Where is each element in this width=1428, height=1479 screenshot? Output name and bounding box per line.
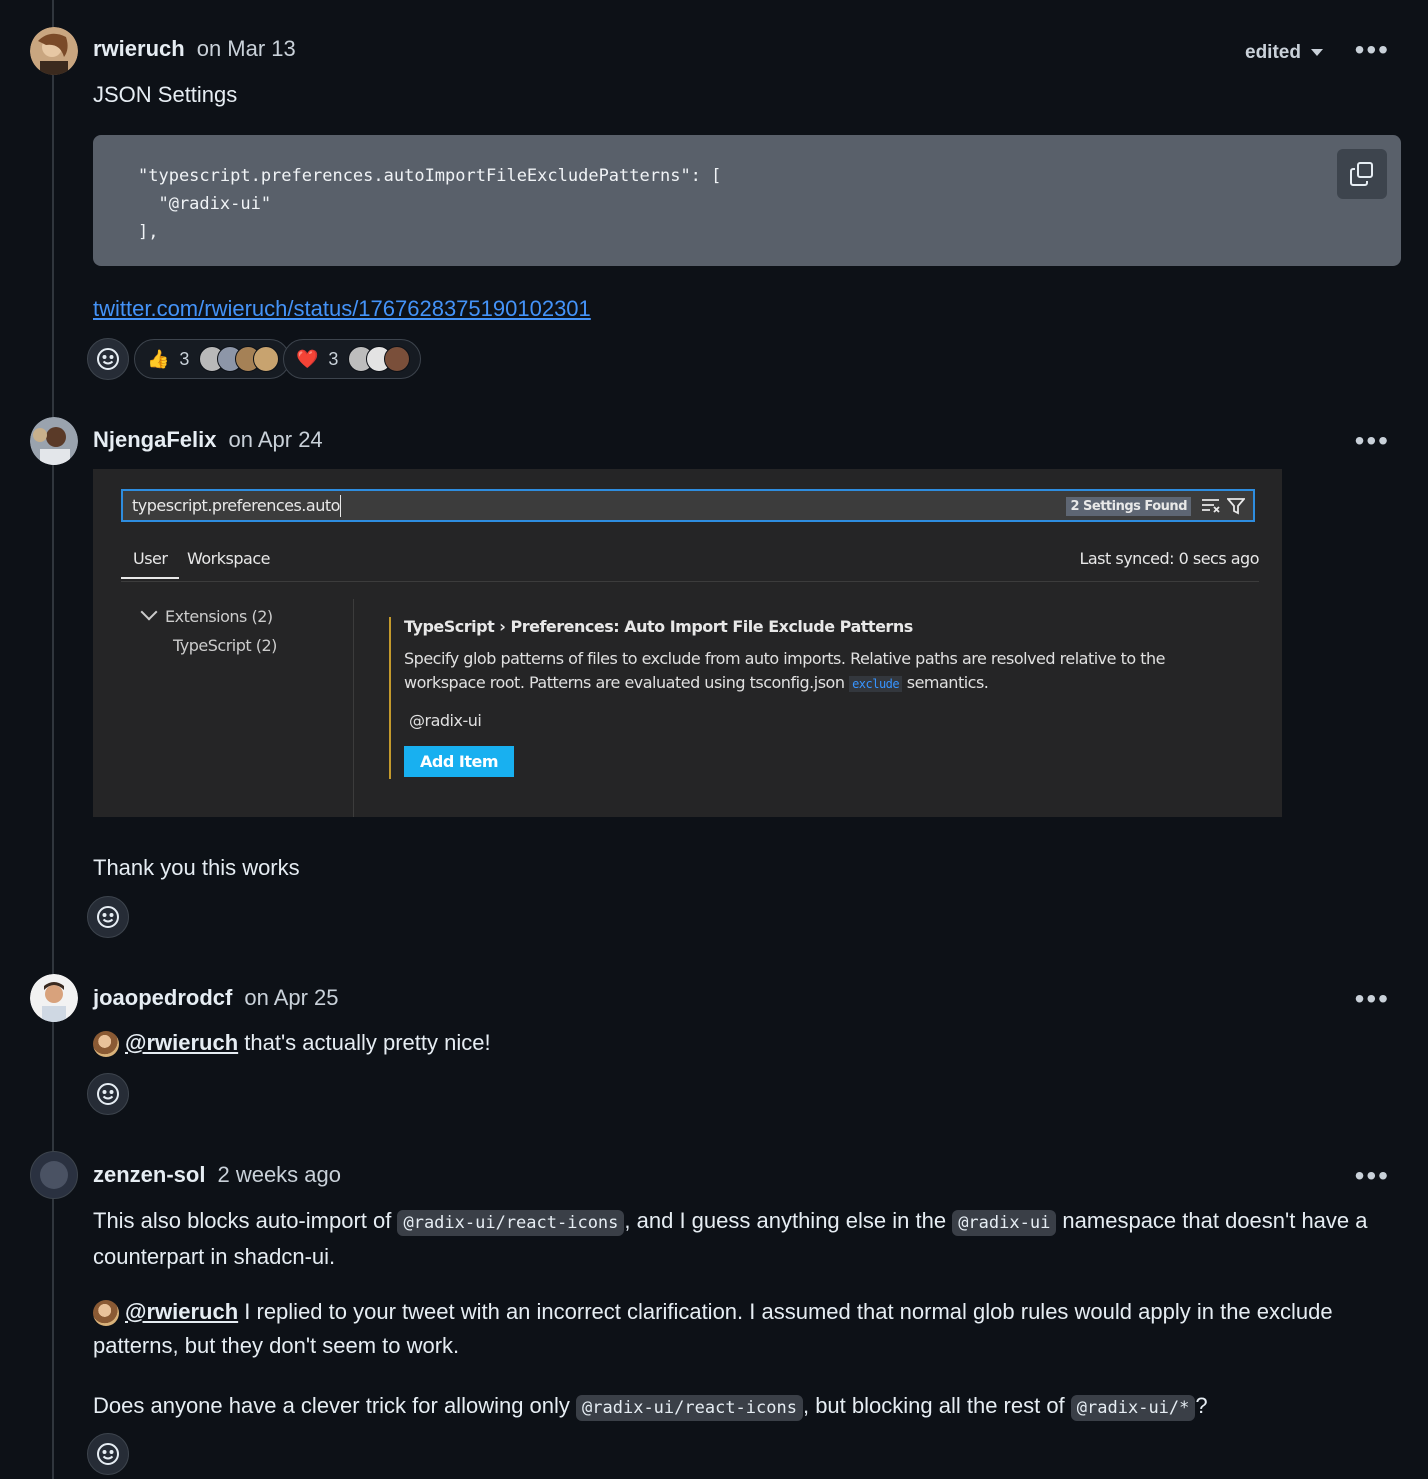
clear-filter-icon [1202, 499, 1220, 513]
tab-workspace: Workspace [187, 549, 270, 568]
author-name[interactable]: joaopedrodcf [93, 985, 232, 1011]
avatar-joaopedrodcf[interactable] [30, 974, 78, 1022]
heart-icon: ❤️ [296, 348, 319, 369]
smiley-icon [97, 348, 119, 370]
comment-timestamp[interactable]: on Apr 24 [228, 427, 322, 453]
comment-body: Thank you this works [93, 855, 300, 880]
smiley-icon [97, 906, 119, 928]
avatar-zenzen-sol[interactable] [30, 1151, 78, 1199]
comment-header: joaopedrodcf on Apr 25 [93, 985, 339, 1011]
comment-body: @rwieruch that's actually pretty nice! [93, 1026, 491, 1060]
more-options-icon[interactable]: ••• [1355, 427, 1390, 455]
body-text: I replied to your tweet with an incorrec… [93, 1299, 1333, 1358]
comment-body-title: JSON Settings [93, 82, 238, 107]
edited-dropdown[interactable]: edited [1245, 42, 1323, 64]
comment-paragraph-2: @rwieruch I replied to your tweet with a… [93, 1295, 1393, 1363]
settings-tree: Extensions (2) TypeScript (2) [140, 602, 277, 660]
tree-label: Extensions (2) [165, 607, 273, 626]
settings-search-input: typescript.preferences.auto 2 Settings F… [121, 489, 1255, 522]
search-value: typescript.preferences.auto [132, 496, 340, 515]
tab-user: User [121, 549, 180, 579]
setting-title: TypeScript › Preferences: Auto Import Fi… [404, 617, 913, 636]
reactor-avatars [348, 346, 411, 372]
body-text: that's actually pretty nice! [238, 1030, 491, 1055]
body-text: This also blocks auto-import of [93, 1208, 398, 1233]
inline-code: @radix-ui/react-icons [397, 1210, 625, 1236]
divider [353, 599, 354, 817]
reaction-heart[interactable]: ❤️ 3 [283, 339, 422, 379]
code-content: "typescript.preferences.autoImportFileEx… [138, 166, 722, 242]
reaction-count: 3 [328, 348, 339, 369]
setting-description: Specify glob patterns of files to exclud… [404, 647, 1184, 696]
author-name[interactable]: zenzen-sol [93, 1162, 205, 1188]
desc-text: semantics. [902, 673, 989, 692]
inline-code: @radix-ui/* [1070, 1395, 1196, 1421]
comment-header: rwieruch on Mar 13 [93, 36, 296, 62]
mention-avatar [93, 1031, 119, 1058]
filter-icon [1227, 498, 1245, 515]
comment-header: NjengaFelix on Apr 24 [93, 427, 323, 453]
add-reaction-button[interactable] [87, 338, 129, 380]
add-reaction-button[interactable] [87, 1433, 129, 1475]
chevron-down-icon [140, 603, 158, 621]
copy-button[interactable] [1337, 149, 1387, 199]
mention-avatar [93, 1300, 119, 1327]
thumbs-up-icon: 👍 [147, 348, 170, 369]
comment-header: zenzen-sol 2 weeks ago [93, 1162, 341, 1188]
desc-text: Specify glob patterns of files to exclud… [404, 649, 1165, 692]
settings-found-badge: 2 Settings Found [1066, 497, 1191, 516]
add-item-button: Add Item [404, 746, 514, 777]
comment-timestamp[interactable]: on Apr 25 [244, 985, 338, 1011]
body-text: , and I guess anything else in the [624, 1208, 953, 1233]
reactor-avatars [199, 346, 280, 372]
settings-screenshot: typescript.preferences.auto 2 Settings F… [93, 469, 1282, 817]
edited-label: edited [1245, 42, 1301, 63]
more-options-icon[interactable]: ••• [1355, 985, 1390, 1013]
tree-item-typescript: TypeScript (2) [141, 631, 277, 660]
tree-label: TypeScript (2) [173, 636, 277, 655]
smiley-icon [97, 1083, 119, 1105]
text-cursor [339, 494, 341, 517]
code-block: "typescript.preferences.autoImportFileEx… [93, 135, 1401, 266]
inline-code: @radix-ui [952, 1210, 1057, 1236]
author-name[interactable]: NjengaFelix [93, 427, 216, 453]
reaction-count: 3 [179, 348, 190, 369]
comment-paragraph-1: This also blocks auto-import of @radix-u… [93, 1204, 1393, 1274]
add-reaction-button[interactable] [87, 896, 129, 938]
chevron-down-icon [1310, 49, 1323, 57]
tree-item-extensions: Extensions (2) [140, 602, 277, 631]
last-synced-status: Last synced: 0 secs ago [1079, 549, 1259, 568]
avatar-njengafelix[interactable] [30, 417, 78, 465]
inline-code: @radix-ui/react-icons [576, 1395, 803, 1421]
body-text: , but blocking all the rest of [802, 1393, 1071, 1418]
desc-code: exclude [849, 676, 903, 692]
settings-scope-tabs: User Workspace Last synced: 0 secs ago [121, 541, 1259, 582]
user-mention-link[interactable]: @rwieruch [125, 1299, 238, 1324]
more-options-icon[interactable]: ••• [1355, 36, 1390, 64]
comment-timestamp[interactable]: on Mar 13 [197, 36, 296, 62]
user-mention-link[interactable]: @rwieruch [125, 1030, 238, 1055]
tweet-link[interactable]: twitter.com/rwieruch/status/176762837519… [93, 296, 591, 322]
copy-icon [1350, 162, 1373, 186]
add-reaction-button[interactable] [87, 1073, 129, 1115]
timeline-line [52, 0, 54, 1479]
body-text: ? [1195, 1393, 1208, 1418]
more-options-icon[interactable]: ••• [1355, 1162, 1390, 1190]
smiley-icon [97, 1443, 119, 1465]
reaction-thumbs-up[interactable]: 👍 3 [134, 339, 291, 379]
body-text: Does anyone have a clever trick for allo… [93, 1393, 577, 1418]
setting-entry: TypeScript › Preferences: Auto Import Fi… [389, 617, 1251, 779]
comment-paragraph-3: Does anyone have a clever trick for allo… [93, 1389, 1393, 1425]
avatar-rwieruch[interactable] [30, 27, 78, 75]
setting-list-item: @radix-ui [409, 711, 482, 730]
author-name[interactable]: rwieruch [93, 36, 185, 62]
comment-timestamp[interactable]: 2 weeks ago [217, 1162, 341, 1188]
